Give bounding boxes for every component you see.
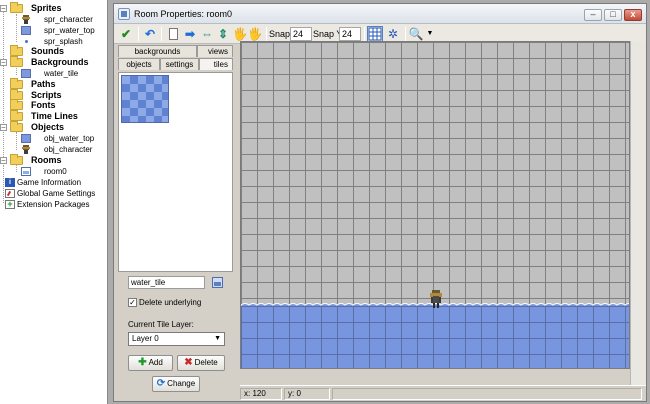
folder-icon (10, 110, 23, 121)
tree-item-global-game-settings[interactable]: Global Game Settings (0, 188, 107, 199)
folder-icon (10, 45, 23, 56)
room-window-icon (118, 8, 130, 20)
tile-layer-select[interactable]: Layer 0 ▼ (128, 332, 225, 346)
delete-underlying-label: Delete underlying (139, 298, 202, 307)
delete-x-icon: ✖ (184, 357, 193, 368)
folder-icon (10, 154, 23, 165)
plus-icon: ✚ (138, 357, 147, 368)
undo-icon[interactable]: ↶ (142, 26, 158, 42)
cursor-y-readout: y: 0 (284, 388, 330, 400)
water-sprite-icon (21, 26, 31, 35)
chevron-down-icon: ▼ (214, 335, 221, 342)
snap-y-input[interactable]: 24 (339, 27, 361, 41)
background-browse-icon[interactable] (212, 277, 223, 288)
tileset-area[interactable] (118, 72, 233, 272)
folder-icon (10, 56, 23, 67)
delete-underlying-checkbox[interactable]: ✓ (128, 298, 137, 307)
tab-objects[interactable]: objects (118, 58, 160, 70)
tab-tiles[interactable]: tiles (199, 58, 233, 70)
folder-icon (10, 121, 23, 132)
tree-item-spr-character[interactable]: spr_character (0, 14, 107, 25)
shift-right-icon[interactable]: ➡ (182, 26, 198, 42)
character-sprite-icon (22, 15, 30, 24)
ok-check-icon[interactable]: ✔ (118, 26, 134, 42)
background-icon (21, 69, 31, 78)
tile-layer-label: Current Tile Layer: (128, 320, 194, 329)
tiles-panel: backgrounds views objects settings tiles… (118, 45, 234, 397)
tile-swatch[interactable] (121, 75, 169, 123)
grid-toggle-icon[interactable] (367, 26, 383, 42)
shift-horizontal-icon[interactable]: ⇔ (199, 26, 215, 42)
info-icon: i (5, 178, 15, 187)
room-icon (21, 167, 31, 176)
maximize-button[interactable]: □ (604, 9, 622, 21)
zoom-dropdown-chevron-icon[interactable]: ▼ (422, 26, 438, 42)
room-canvas[interactable] (240, 41, 630, 369)
resource-tree[interactable]: – Sprites spr_character spr_water_top sp… (0, 0, 108, 404)
water-tiles (241, 306, 629, 368)
water-object-icon (21, 134, 31, 143)
character-object-icon (22, 145, 30, 154)
tree-item-extension-packages[interactable]: + Extension Packages (0, 199, 107, 210)
tree-folder-sprites[interactable]: – Sprites (0, 2, 107, 14)
tree-folder-rooms[interactable]: – Rooms (0, 154, 107, 166)
folder-icon (10, 78, 23, 89)
minimize-button[interactable]: – (584, 9, 602, 21)
extension-icon: + (5, 200, 15, 209)
status-bar: x: 120 y: 0 (240, 385, 646, 401)
tab-views[interactable]: views (197, 45, 233, 57)
delete-layer-button[interactable]: ✖ Delete (177, 355, 225, 371)
tab-backgrounds[interactable]: backgrounds (118, 45, 197, 57)
tree-item-obj-water-top[interactable]: obj_water_top (0, 133, 107, 144)
character-instance[interactable] (429, 290, 443, 310)
sort-x-icon[interactable]: 🖐 (232, 26, 248, 42)
vertical-scrollbar[interactable] (630, 41, 646, 385)
cursor-x-readout: x: 120 (240, 388, 282, 400)
add-layer-button[interactable]: ✚ Add (128, 355, 173, 371)
title-bar[interactable]: Room Properties: room0 – □ x (114, 4, 646, 24)
collapse-icon[interactable]: – (0, 124, 7, 131)
tile-background-field[interactable]: water_tile (128, 276, 205, 289)
snap-x-input[interactable]: 24 (290, 27, 312, 41)
tree-folder-objects[interactable]: – Objects (0, 121, 107, 133)
collapse-icon[interactable]: – (0, 59, 7, 66)
folder-icon (10, 2, 23, 13)
settings-icon (5, 189, 15, 198)
tree-folder-backgrounds[interactable]: – Backgrounds (0, 56, 107, 68)
change-layer-button[interactable]: ⟳ Change (152, 376, 200, 392)
tree-item-spr-water-top[interactable]: spr_water_top (0, 25, 107, 36)
tab-settings[interactable]: settings (160, 58, 199, 70)
close-button[interactable]: x (624, 9, 642, 21)
clear-room-icon[interactable] (165, 26, 181, 42)
collapse-icon[interactable]: – (0, 5, 7, 12)
shift-vertical-icon[interactable]: ⇕ (215, 26, 231, 42)
room-properties-window: Room Properties: room0 – □ x ✔ ↶ ➡ ⇔ ⇕ 🖐… (113, 3, 647, 402)
collapse-icon[interactable]: – (0, 157, 7, 164)
tree-item-room0[interactable]: room0 (0, 166, 107, 177)
refresh-icon: ⟳ (156, 378, 166, 389)
status-panel (332, 388, 642, 400)
isometric-grid-icon[interactable]: ✲ (385, 26, 401, 42)
sort-y-icon[interactable]: 🖐 (247, 26, 263, 42)
folder-icon (10, 99, 23, 110)
tree-item-game-information[interactable]: i Game Information (0, 177, 107, 188)
window-title: Room Properties: room0 (134, 9, 233, 19)
splash-sprite-icon (21, 37, 31, 46)
